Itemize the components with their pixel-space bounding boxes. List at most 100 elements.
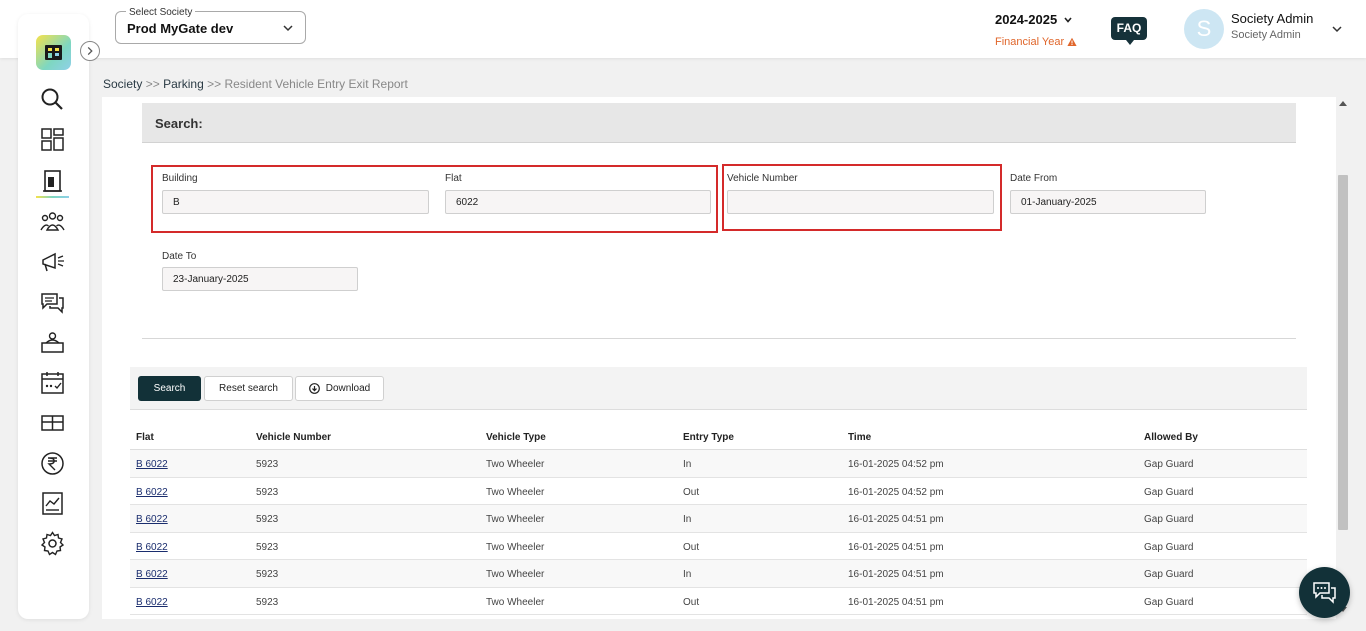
flat-label: Flat bbox=[445, 173, 462, 184]
user-name: Society Admin bbox=[1231, 11, 1314, 26]
breadcrumb-society[interactable]: Society bbox=[103, 77, 142, 91]
chevron-down-icon bbox=[1064, 16, 1072, 23]
vehicle-type-cell: Two Wheeler bbox=[486, 459, 545, 470]
top-bar: Select Society Prod MyGate dev 2024-2025… bbox=[0, 0, 1366, 58]
entry-type-cell: In bbox=[683, 459, 692, 470]
vehicle-number-cell: 5923 bbox=[256, 514, 279, 525]
vehicle-number-cell: 5923 bbox=[256, 569, 279, 580]
sidebar bbox=[18, 14, 89, 619]
column-header[interactable]: Vehicle Type bbox=[486, 432, 546, 443]
reports-icon[interactable] bbox=[39, 490, 66, 517]
table-row: B 6022 5923 Two Wheeler In 16-01-2025 04… bbox=[130, 450, 1307, 478]
divider bbox=[142, 338, 1296, 339]
amenities-icon[interactable] bbox=[39, 409, 66, 436]
report-panel: Search: Building B Flat 6022 Vehicle Num… bbox=[102, 97, 1336, 619]
flat-field[interactable]: 6022 bbox=[445, 190, 711, 214]
search-icon[interactable] bbox=[39, 86, 66, 113]
user-role: Society Admin bbox=[1231, 29, 1301, 41]
vehicle-number-field[interactable] bbox=[727, 190, 994, 214]
settings-icon[interactable] bbox=[39, 530, 66, 557]
table-header: Flat Vehicle Number Vehicle Type Entry T… bbox=[130, 423, 1307, 450]
table-row: B 6022 5923 Two Wheeler Out 16-01-2025 0… bbox=[130, 478, 1307, 505]
allowed-by-cell: Gap Guard bbox=[1144, 596, 1194, 608]
date-to-field[interactable]: 23-January-2025 bbox=[162, 267, 358, 291]
financial-year-selector[interactable]: 2024-2025 Financial Year bbox=[995, 12, 1077, 48]
vehicle-type-cell: Two Wheeler bbox=[486, 514, 545, 525]
announcement-icon[interactable] bbox=[39, 248, 66, 275]
search-button[interactable]: Search bbox=[138, 376, 201, 401]
dashboard-icon[interactable] bbox=[39, 126, 66, 153]
download-button[interactable]: Download bbox=[295, 376, 384, 401]
allowed-by-cell: Gap Guard bbox=[1144, 541, 1194, 553]
vehicle-type-cell: Two Wheeler bbox=[486, 596, 545, 608]
scrollbar[interactable] bbox=[1336, 97, 1350, 619]
time-cell: 16-01-2025 04:51 pm bbox=[848, 596, 944, 608]
entry-type-cell: Out bbox=[683, 486, 700, 498]
time-cell: 16-01-2025 04:52 pm bbox=[848, 486, 944, 498]
table-row: B 6022 5923 Two Wheeler In 16-01-2025 04… bbox=[130, 560, 1307, 588]
chevron-down-icon bbox=[283, 25, 293, 32]
logo-icon bbox=[45, 45, 62, 60]
entry-type-cell: Out bbox=[683, 596, 700, 608]
building-label: Building bbox=[162, 173, 198, 184]
scroll-up-arrow-icon[interactable] bbox=[1339, 101, 1347, 106]
flat-link[interactable]: B 6022 bbox=[136, 542, 168, 553]
date-from-field[interactable]: 01-January-2025 bbox=[1010, 190, 1206, 214]
building-field[interactable]: B bbox=[162, 190, 429, 214]
column-header[interactable]: Time bbox=[848, 432, 871, 443]
breadcrumb-parking[interactable]: Parking bbox=[163, 77, 204, 91]
flat-link[interactable]: B 6022 bbox=[136, 514, 168, 525]
download-label: Download bbox=[325, 383, 371, 394]
parking-icon[interactable] bbox=[39, 167, 66, 194]
breadcrumb-separator: >> bbox=[145, 77, 160, 91]
chat-support-button[interactable] bbox=[1299, 567, 1350, 618]
table-row: B 6022 5923 Two Wheeler In 16-01-2025 04… bbox=[130, 505, 1307, 533]
table-row: B 6022 5923 Two Wheeler Out 16-01-2025 0… bbox=[130, 588, 1307, 615]
flat-link[interactable]: B 6022 bbox=[136, 569, 168, 580]
residents-icon[interactable] bbox=[39, 208, 66, 235]
rupee-icon[interactable] bbox=[39, 450, 66, 477]
allowed-by-cell: Gap Guard bbox=[1144, 514, 1194, 525]
sidebar-collapse-button[interactable] bbox=[80, 41, 100, 61]
time-cell: 16-01-2025 04:51 pm bbox=[848, 541, 944, 553]
time-cell: 16-01-2025 04:51 pm bbox=[848, 569, 944, 580]
column-header[interactable]: Flat bbox=[136, 432, 154, 443]
calendar-icon[interactable] bbox=[39, 369, 66, 396]
column-header[interactable]: Entry Type bbox=[683, 432, 734, 443]
logo[interactable] bbox=[36, 35, 71, 70]
faq-button[interactable]: FAQ bbox=[1111, 17, 1147, 45]
user-menu[interactable]: S Society Admin Society Admin bbox=[1184, 9, 1354, 49]
financial-year-label: Financial Year bbox=[995, 36, 1065, 48]
society-select-label: Select Society bbox=[126, 7, 196, 19]
allowed-by-cell: Gap Guard bbox=[1144, 569, 1194, 580]
vehicle-type-cell: Two Wheeler bbox=[486, 486, 545, 498]
column-header[interactable]: Vehicle Number bbox=[256, 432, 331, 443]
allowed-by-cell: Gap Guard bbox=[1144, 486, 1194, 498]
vehicle-type-cell: Two Wheeler bbox=[486, 569, 545, 580]
vehicle-number-cell: 5923 bbox=[256, 541, 279, 553]
reset-search-button[interactable]: Reset search bbox=[204, 376, 293, 401]
chat-bubble-icon bbox=[1313, 582, 1336, 604]
chat-icon[interactable] bbox=[39, 289, 66, 316]
entry-type-cell: In bbox=[683, 514, 692, 525]
helpdesk-icon[interactable] bbox=[39, 329, 66, 356]
vehicle-number-cell: 5923 bbox=[256, 459, 279, 470]
society-select[interactable]: Select Society Prod MyGate dev bbox=[115, 7, 306, 44]
download-icon bbox=[308, 383, 320, 394]
flat-link[interactable]: B 6022 bbox=[136, 459, 168, 470]
breadcrumb-current: Resident Vehicle Entry Exit Report bbox=[224, 77, 408, 91]
vehicle-number-cell: 5923 bbox=[256, 596, 279, 608]
time-cell: 16-01-2025 04:52 pm bbox=[848, 459, 944, 470]
vehicle-number-cell: 5923 bbox=[256, 486, 279, 498]
allowed-by-cell: Gap Guard bbox=[1144, 459, 1194, 470]
date-to-label: Date To bbox=[162, 251, 197, 262]
flat-link[interactable]: B 6022 bbox=[136, 597, 168, 608]
flat-link[interactable]: B 6022 bbox=[136, 487, 168, 498]
entry-type-cell: Out bbox=[683, 541, 700, 553]
vehicle-number-label: Vehicle Number bbox=[727, 173, 798, 184]
search-section-title: Search: bbox=[142, 103, 1296, 143]
column-header[interactable]: Allowed By bbox=[1144, 432, 1198, 443]
scrollbar-thumb[interactable] bbox=[1338, 175, 1348, 530]
chevron-down-icon bbox=[1332, 26, 1342, 33]
table-row: B 6022 5923 Two Wheeler Out 16-01-2025 0… bbox=[130, 533, 1307, 560]
